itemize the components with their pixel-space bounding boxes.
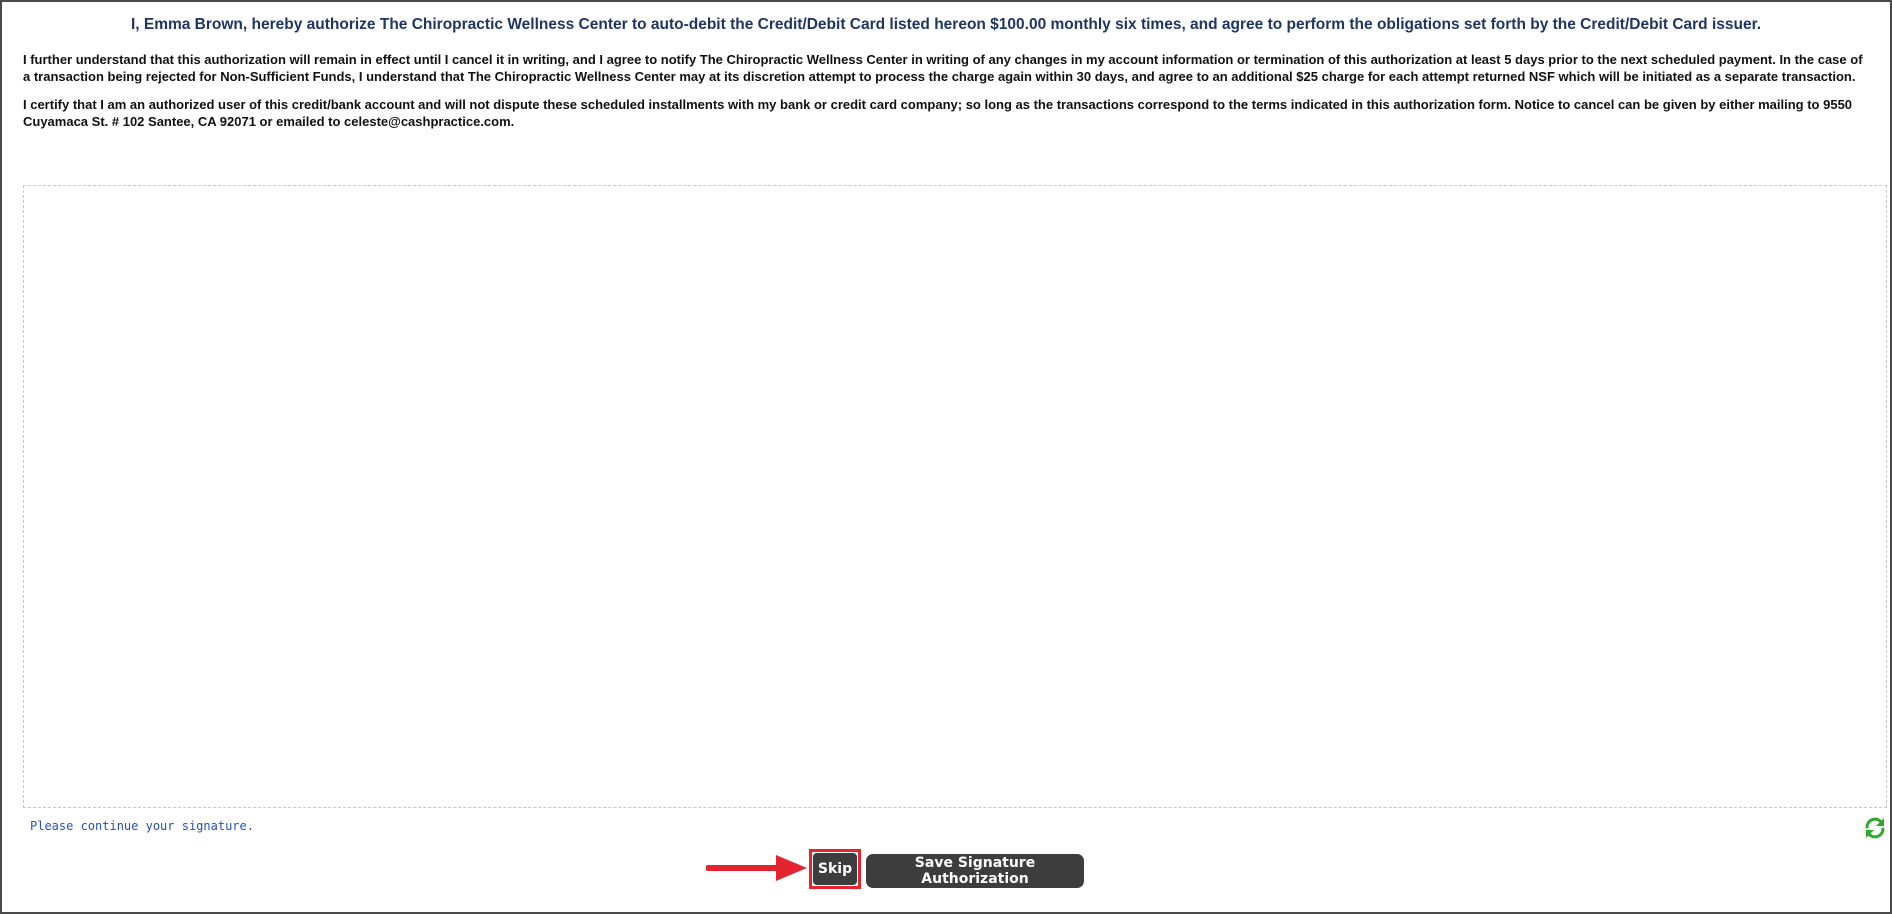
refresh-icon-graphic	[1865, 817, 1885, 839]
save-signature-authorization-button[interactable]: Save Signature Authorization	[866, 854, 1084, 888]
authorization-certify-paragraph: I certify that I am an authorized user o…	[23, 97, 1853, 129]
signature-pad[interactable]	[23, 185, 1887, 808]
refresh-icon[interactable]	[1863, 816, 1887, 840]
signature-status-text: Please continue your signature.	[30, 819, 254, 833]
authorization-dialog: I, Emma Brown, hereby authorize The Chir…	[0, 0, 1892, 914]
pointer-arrow-annotation	[706, 855, 807, 881]
skip-button[interactable]: Skip	[813, 853, 857, 885]
authorization-heading: I, Emma Brown, hereby authorize The Chir…	[130, 16, 1762, 33]
authorization-terms-paragraph: I further understand that this authoriza…	[23, 52, 1863, 84]
